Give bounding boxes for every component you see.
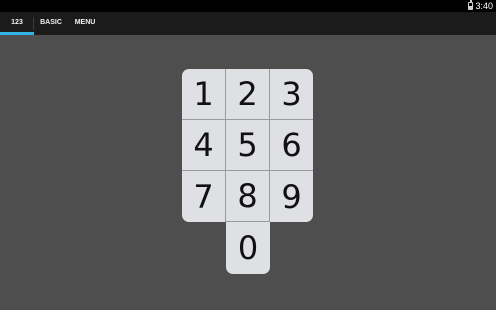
key-9-button[interactable]: 9	[270, 171, 313, 222]
key-2-button[interactable]: 2	[226, 69, 270, 120]
key-6-button[interactable]: 6	[270, 120, 313, 171]
key-8-button[interactable]: 8	[226, 171, 270, 222]
battery-icon	[468, 0, 473, 10]
tab-basic[interactable]: BASIC	[34, 12, 68, 35]
key-4-button[interactable]: 4	[182, 120, 226, 171]
key-0-button[interactable]: 0	[226, 222, 270, 274]
tab-menu[interactable]: MENU	[68, 12, 102, 35]
status-clock: 3:40	[475, 1, 493, 11]
key-3-button[interactable]: 3	[270, 69, 313, 120]
key-5-button[interactable]: 5	[226, 120, 270, 171]
number-keypad: 1 2 3 4 5 6 7 8 9 0	[182, 69, 313, 274]
status-bar: 3:40	[0, 0, 496, 12]
key-7-button[interactable]: 7	[182, 171, 226, 222]
key-1-button[interactable]: 1	[182, 69, 226, 120]
selected-tab-indicator	[0, 32, 34, 35]
tab-bar: 123 BASIC MENU	[0, 12, 496, 35]
